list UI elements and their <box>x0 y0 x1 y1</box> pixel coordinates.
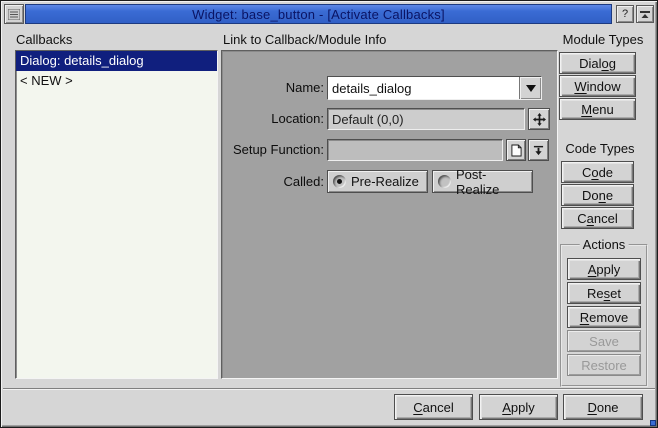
setup-function-input[interactable] <box>332 142 498 159</box>
action-reset-button[interactable]: Reset <box>567 282 641 304</box>
module-type-menu-button[interactable]: Menu <box>559 98 636 120</box>
radio-pre-realize[interactable]: Pre-Realize <box>327 170 428 193</box>
footer-cancel-button[interactable]: Cancel <box>394 394 473 420</box>
info-panel: Name: Location: Default (0,0) Setup Func… <box>221 50 558 379</box>
radio-label: Pre-Realize <box>351 174 419 189</box>
shade-button[interactable] <box>636 5 654 23</box>
info-panel-label: Link to Callback/Module Info <box>223 32 386 47</box>
location-field[interactable]: Default (0,0) <box>327 108 525 130</box>
insert-function-button[interactable] <box>528 139 549 161</box>
callbacks-list: Dialog: details_dialog < NEW > <box>15 50 218 379</box>
shade-icon <box>640 10 650 19</box>
radio-unselected-icon <box>438 175 451 188</box>
actions-label: Actions <box>580 237 629 252</box>
footer-separator <box>3 388 655 390</box>
module-type-dialog-button[interactable]: Dialog <box>559 52 636 74</box>
title-strip[interactable]: Widget: base_button - [Activate Callback… <box>25 4 612 24</box>
move-icon <box>533 113 546 126</box>
help-icon: ? <box>622 8 628 20</box>
code-type-code-button[interactable]: Code <box>561 161 634 183</box>
titlebar-buttons: ? <box>612 4 654 24</box>
code-type-done-button[interactable]: Done <box>561 184 634 206</box>
window-menu-button[interactable] <box>4 4 24 24</box>
footer-done-button[interactable]: Done <box>563 394 643 420</box>
setup-function-label: Setup Function: <box>224 142 324 157</box>
name-label: Name: <box>224 80 324 95</box>
actions-group: Actions Apply Reset Remove Save Restore <box>560 244 648 387</box>
down-arrow-bar-icon <box>533 145 544 156</box>
resize-grip[interactable] <box>650 420 656 426</box>
name-dropdown-button[interactable] <box>519 77 541 99</box>
module-type-window-button[interactable]: Window <box>559 75 636 97</box>
radio-selected-icon <box>333 175 346 188</box>
action-restore-button[interactable]: Restore <box>567 354 641 376</box>
list-item[interactable]: Dialog: details_dialog <box>16 51 217 71</box>
called-label: Called: <box>224 174 324 189</box>
code-types-label: Code Types <box>554 141 646 156</box>
radio-label: Post-Realize <box>456 167 527 197</box>
document-icon <box>511 144 522 157</box>
code-type-cancel-button[interactable]: Cancel <box>561 207 634 229</box>
action-save-button[interactable]: Save <box>567 330 641 352</box>
new-code-button[interactable] <box>506 139 526 161</box>
footer-apply-button[interactable]: Apply <box>479 394 558 420</box>
titlebar: Widget: base_button - [Activate Callback… <box>4 4 654 24</box>
chevron-down-icon <box>526 85 536 92</box>
menu-icon <box>8 9 20 20</box>
dialog-window: Widget: base_button - [Activate Callback… <box>0 0 658 428</box>
help-button[interactable]: ? <box>616 5 634 23</box>
setup-function-field <box>327 139 503 161</box>
list-item[interactable]: < NEW > <box>16 71 217 91</box>
radio-post-realize[interactable]: Post-Realize <box>432 170 533 193</box>
name-combo <box>327 76 542 100</box>
location-move-button[interactable] <box>528 108 550 130</box>
action-apply-button[interactable]: Apply <box>567 258 641 280</box>
location-label: Location: <box>224 111 324 126</box>
window-title: Widget: base_button - [Activate Callback… <box>192 7 445 22</box>
name-input[interactable] <box>328 77 519 99</box>
callbacks-label: Callbacks <box>16 32 72 47</box>
action-remove-button[interactable]: Remove <box>567 306 641 328</box>
module-types-label: Module Types <box>557 32 649 47</box>
